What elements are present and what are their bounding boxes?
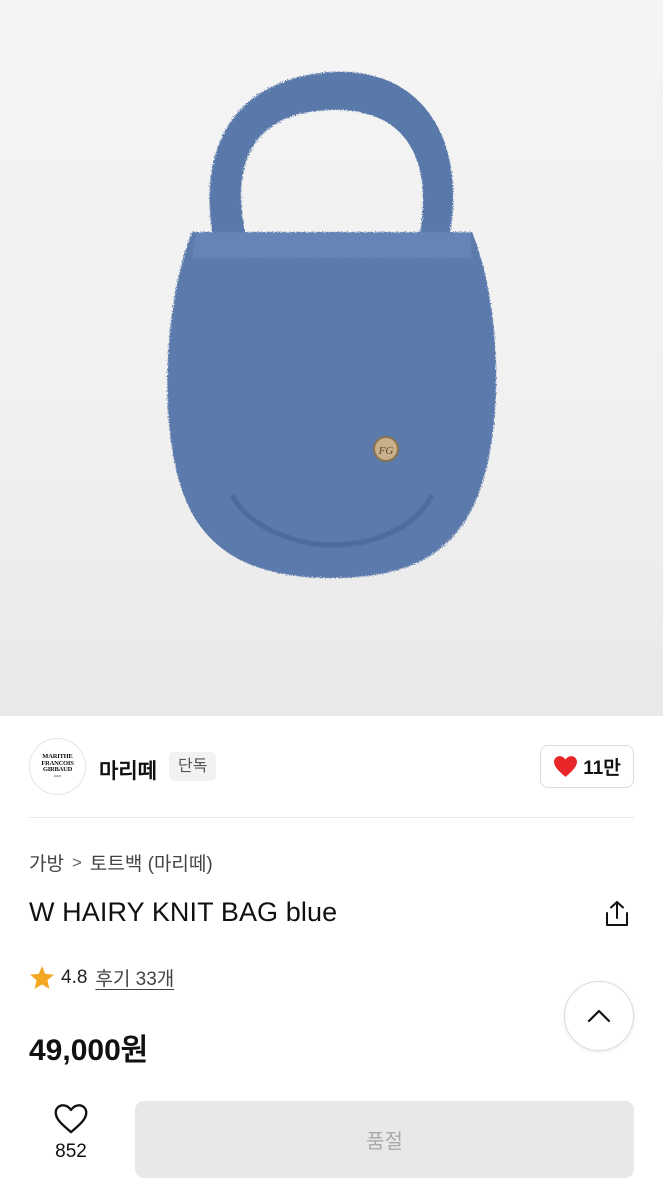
product-image[interactable]: FG	[0, 0, 663, 716]
heart-outline-icon	[54, 1104, 88, 1134]
brand-like-button[interactable]: 11만	[540, 745, 634, 788]
breadcrumb: 가방 > 토트백 (마리떼)	[29, 849, 213, 876]
scroll-to-top-button[interactable]	[564, 981, 634, 1051]
brand-logo[interactable]: MARITHE FRANCOIS GIRBAUD PARIS	[29, 738, 86, 795]
bag-illustration: FG	[167, 71, 497, 578]
bag-logo-mark: FG	[378, 445, 394, 457]
brand-row: MARITHE FRANCOIS GIRBAUD PARIS 마리떼 단독 11…	[0, 716, 663, 818]
wishlist-count: 852	[55, 1141, 87, 1162]
brand-name[interactable]: 마리떼	[99, 755, 157, 785]
product-title: W HAIRY KNIT BAG blue	[29, 897, 338, 927]
breadcrumb-separator: >	[71, 852, 82, 872]
chevron-up-icon	[587, 1009, 611, 1023]
brand-like-count: 11만	[583, 758, 621, 779]
brand-logo-small: PARIS	[53, 773, 62, 778]
wishlist-button[interactable]: 852	[40, 1103, 102, 1173]
divider	[29, 817, 634, 818]
reviews-link[interactable]: 후기 33개	[95, 964, 174, 991]
star-icon	[30, 966, 54, 989]
rating-score: 4.8	[61, 966, 88, 988]
heart-filled-icon	[554, 756, 578, 777]
breadcrumb-category[interactable]: 가방	[29, 849, 64, 876]
share-button[interactable]	[601, 898, 633, 930]
product-price: 49,000원	[29, 1034, 149, 1067]
exclusive-badge: 단독	[169, 752, 217, 781]
breadcrumb-subcategory[interactable]: 토트백 (마리떼)	[90, 849, 213, 876]
rating-row: 4.8 후기 33개	[29, 964, 174, 991]
share-icon	[606, 901, 628, 926]
sold-out-button[interactable]: 품절	[135, 1101, 634, 1178]
